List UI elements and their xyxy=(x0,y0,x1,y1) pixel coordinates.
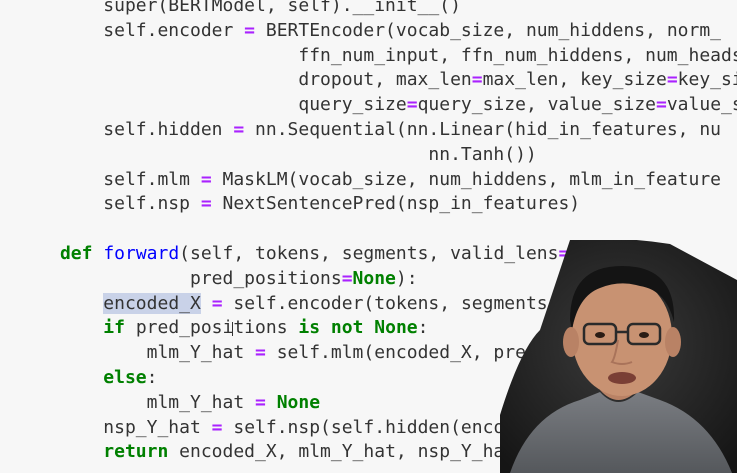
code-line: dropout, max_len=max_len, key_size=key_s… xyxy=(17,68,737,92)
presenter-left-ear xyxy=(563,327,579,357)
code-token: max_len, key_size xyxy=(482,69,667,91)
code-token: BERTEncoder(vocab_size, num_hiddens, nor… xyxy=(255,19,722,41)
code-token: None xyxy=(374,317,418,339)
code-token: = xyxy=(211,416,223,438)
presenter-right-eye xyxy=(639,332,649,338)
code-token: = xyxy=(200,168,212,190)
code-token: super(BERTModel, self).__init__() xyxy=(16,0,461,16)
code-token: mlm_Y_hat xyxy=(16,342,256,364)
code-token: key_size, xyxy=(677,69,737,91)
code-token: value_size xyxy=(666,94,737,116)
code-token: if xyxy=(103,317,125,339)
code-token: = xyxy=(666,69,678,91)
code-token: return xyxy=(103,441,169,463)
code-token: None xyxy=(352,267,396,289)
presenter-mouth xyxy=(608,372,636,384)
code-token: encoded_X, mlm_Y_hat, nsp_Y_hat xyxy=(168,441,516,463)
code-token: = xyxy=(233,119,245,140)
code-token: is xyxy=(298,317,321,339)
code-token: = xyxy=(656,94,667,116)
code-token: ): xyxy=(395,267,418,289)
code-token: self.encoder xyxy=(16,19,245,41)
code-line: mlm_Y_hat = None xyxy=(17,391,320,415)
code-token: = xyxy=(200,193,212,215)
code-token: pred_positions xyxy=(124,317,299,339)
code-token: MaskLM(vocab_size, num_hiddens, mlm_in_f… xyxy=(211,168,722,190)
code-token: : xyxy=(146,367,158,388)
code-token: = xyxy=(244,19,256,41)
code-line: return encoded_X, mlm_Y_hat, nsp_Y_hat xyxy=(17,440,516,464)
code-token: pred_positions xyxy=(16,267,342,289)
code-line: ffn_num_input, ffn_num_hiddens, num_head… xyxy=(17,44,737,68)
code-line: if pred_positions is not None: xyxy=(17,316,429,340)
presenter-right-ear xyxy=(665,327,681,357)
code-token: query_size, value_size xyxy=(417,94,656,116)
video-frame: super(BERTModel, self).__init__() self.e… xyxy=(0,0,737,473)
code-token: NextSentencePred(nsp_in_features) xyxy=(211,193,581,215)
code-token: encoded_X xyxy=(103,292,201,314)
code-token: = xyxy=(406,94,418,116)
code-token: = xyxy=(471,69,483,91)
code-line: self.hidden = nn.Sequential(nn.Linear(hi… xyxy=(17,118,721,142)
code-token: else xyxy=(103,367,147,388)
code-token: self.nsp xyxy=(16,193,201,215)
code-token: nsp_Y_hat xyxy=(16,416,212,438)
code-token: mlm_Y_hat xyxy=(16,391,256,413)
code-token: forward xyxy=(103,243,180,264)
code-line: self.encoder = BERTEncoder(vocab_size, n… xyxy=(17,19,721,43)
code-token: = xyxy=(255,391,266,413)
code-token: def xyxy=(59,243,93,264)
presenter-webcam xyxy=(500,240,737,473)
code-token: dropout, max_len xyxy=(16,69,472,91)
code-token: = xyxy=(255,342,266,364)
code-token: = xyxy=(211,292,223,314)
code-line: query_size=query_size, value_size=value_… xyxy=(17,93,737,117)
code-line: pred_positions=None): xyxy=(17,267,418,291)
code-token: self.hidden xyxy=(16,119,234,140)
code-token: ffn_num_input, ffn_num_hiddens, num_head… xyxy=(16,44,737,66)
code-token: = xyxy=(341,267,353,289)
text-cursor xyxy=(232,322,239,336)
code-line: super(BERTModel, self).__init__() xyxy=(17,0,461,18)
code-line: self.nsp = NextSentencePred(nsp_in_featu… xyxy=(16,192,581,216)
presenter-left-eye xyxy=(595,332,605,338)
code-token: nn.Tanh()) xyxy=(16,143,537,165)
presenter-video xyxy=(500,240,737,473)
code-token: self.mlm xyxy=(16,168,201,190)
code-line: self.mlm = MaskLM(vocab_size, num_hidden… xyxy=(17,168,721,192)
code-token: query_size xyxy=(16,94,407,116)
code-token: nn.Sequential(nn.Linear(hid_in_features,… xyxy=(244,119,722,140)
code-token: : xyxy=(417,317,429,339)
code-line: else: xyxy=(17,366,158,390)
code-token: not xyxy=(330,317,364,339)
code-token: None xyxy=(276,391,321,413)
code-line: nn.Tanh()) xyxy=(16,143,537,167)
